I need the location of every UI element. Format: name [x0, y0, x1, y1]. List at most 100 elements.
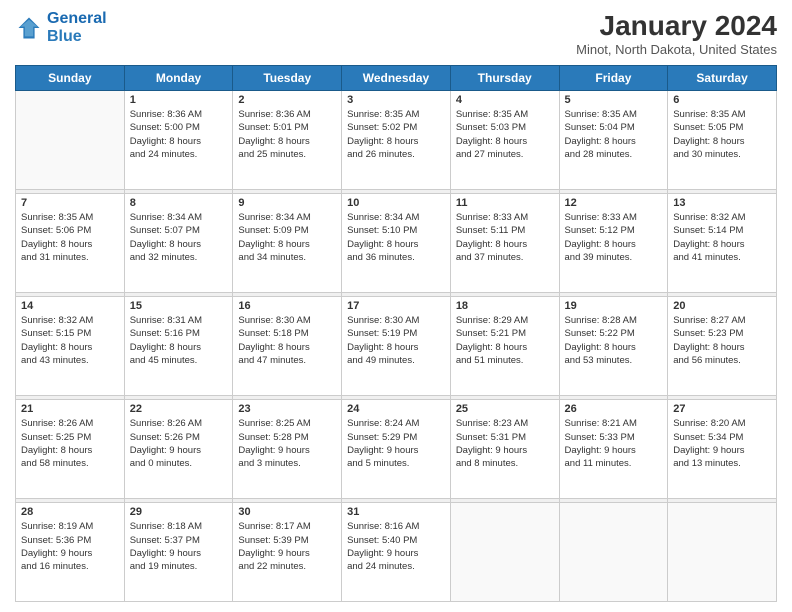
calendar-cell: 19 Sunrise: 8:28 AMSunset: 5:22 PMDayligh… — [559, 297, 668, 396]
day-number: 12 — [565, 197, 663, 209]
calendar-cell: 24 Sunrise: 8:24 AMSunset: 5:29 PMDayligh… — [342, 400, 451, 499]
day-info: Sunrise: 8:24 AMSunset: 5:29 PMDaylight:… — [347, 417, 445, 470]
calendar-cell: 20Sunrise: 8:27 AMSunset: 5:23 PMDayligh… — [668, 297, 777, 396]
day-info: Sunrise: 8:36 AMSunset: 5:01 PMDaylight:… — [238, 108, 336, 161]
calendar-cell: 10 Sunrise: 8:34 AMSunset: 5:10 PMDayligh… — [342, 194, 451, 293]
calendar-cell — [16, 91, 125, 190]
day-number: 15 — [130, 300, 228, 312]
location-subtitle: Minot, North Dakota, United States — [576, 42, 777, 57]
day-number: 22 — [130, 403, 228, 415]
week-row-2: 7 Sunrise: 8:35 AMSunset: 5:06 PMDaylight… — [16, 194, 777, 293]
calendar-cell: 31 Sunrise: 8:16 AMSunset: 5:40 PMDayligh… — [342, 503, 451, 602]
logo: General Blue — [15, 10, 107, 46]
header-tuesday: Tuesday — [233, 66, 342, 91]
day-number: 31 — [347, 506, 445, 518]
day-number: 5 — [565, 94, 663, 106]
day-number: 1 — [130, 94, 228, 106]
day-info: Sunrise: 8:35 AMSunset: 5:06 PMDaylight:… — [21, 211, 119, 264]
day-info: Sunrise: 8:34 AMSunset: 5:09 PMDaylight:… — [238, 211, 336, 264]
day-number: 6 — [673, 94, 771, 106]
calendar-cell: 23Sunrise: 8:25 AMSunset: 5:28 PMDayligh… — [233, 400, 342, 499]
calendar-cell — [668, 503, 777, 602]
week-row-3: 14 Sunrise: 8:32 AMSunset: 5:15 PMDayligh… — [16, 297, 777, 396]
calendar-cell: 8Sunrise: 8:34 AMSunset: 5:07 PMDaylight… — [124, 194, 233, 293]
day-number: 13 — [673, 197, 771, 209]
day-number: 17 — [347, 300, 445, 312]
day-number: 14 — [21, 300, 119, 312]
calendar-cell: 17 Sunrise: 8:30 AMSunset: 5:19 PMDayligh… — [342, 297, 451, 396]
day-number: 8 — [130, 197, 228, 209]
day-number: 10 — [347, 197, 445, 209]
header-thursday: Thursday — [450, 66, 559, 91]
calendar-cell: 7 Sunrise: 8:35 AMSunset: 5:06 PMDaylight… — [16, 194, 125, 293]
header: General Blue January 2024 Minot, North D… — [15, 10, 777, 57]
day-info: Sunrise: 8:20 AMSunset: 5:34 PMDaylight:… — [673, 417, 771, 470]
day-info: Sunrise: 8:35 AMSunset: 5:03 PMDaylight:… — [456, 108, 554, 161]
day-info: Sunrise: 8:28 AMSunset: 5:22 PMDaylight:… — [565, 314, 663, 367]
day-info: Sunrise: 8:26 AMSunset: 5:25 PMDaylight:… — [21, 417, 119, 470]
calendar-cell: 11 Sunrise: 8:33 AMSunset: 5:11 PMDayligh… — [450, 194, 559, 293]
day-info: Sunrise: 8:32 AMSunset: 5:14 PMDaylight:… — [673, 211, 771, 264]
day-number: 3 — [347, 94, 445, 106]
calendar-cell: 14 Sunrise: 8:32 AMSunset: 5:15 PMDayligh… — [16, 297, 125, 396]
calendar-cell: 16Sunrise: 8:30 AMSunset: 5:18 PMDayligh… — [233, 297, 342, 396]
calendar-cell: 3 Sunrise: 8:35 AMSunset: 5:02 PMDaylight… — [342, 91, 451, 190]
calendar-cell: 9 Sunrise: 8:34 AMSunset: 5:09 PMDaylight… — [233, 194, 342, 293]
day-number: 21 — [21, 403, 119, 415]
day-info: Sunrise: 8:35 AMSunset: 5:05 PMDaylight:… — [673, 108, 771, 161]
day-number: 27 — [673, 403, 771, 415]
day-number: 25 — [456, 403, 554, 415]
day-info: Sunrise: 8:25 AMSunset: 5:28 PMDaylight:… — [238, 417, 336, 470]
day-info: Sunrise: 8:21 AMSunset: 5:33 PMDaylight:… — [565, 417, 663, 470]
day-number: 24 — [347, 403, 445, 415]
calendar-cell: 5 Sunrise: 8:35 AMSunset: 5:04 PMDaylight… — [559, 91, 668, 190]
day-info: Sunrise: 8:35 AMSunset: 5:02 PMDaylight:… — [347, 108, 445, 161]
day-info: Sunrise: 8:34 AMSunset: 5:10 PMDaylight:… — [347, 211, 445, 264]
day-info: Sunrise: 8:36 AMSunset: 5:00 PMDaylight:… — [130, 108, 228, 161]
week-row-4: 21 Sunrise: 8:26 AMSunset: 5:25 PMDayligh… — [16, 400, 777, 499]
day-info: Sunrise: 8:30 AMSunset: 5:18 PMDaylight:… — [238, 314, 336, 367]
calendar-cell: 25Sunrise: 8:23 AMSunset: 5:31 PMDayligh… — [450, 400, 559, 499]
day-number: 7 — [21, 197, 119, 209]
calendar-cell: 29Sunrise: 8:18 AMSunset: 5:37 PMDayligh… — [124, 503, 233, 602]
header-monday: Monday — [124, 66, 233, 91]
logo-icon — [15, 14, 43, 42]
day-info: Sunrise: 8:33 AMSunset: 5:11 PMDaylight:… — [456, 211, 554, 264]
day-info: Sunrise: 8:16 AMSunset: 5:40 PMDaylight:… — [347, 520, 445, 573]
calendar-header-row: Sunday Monday Tuesday Wednesday Thursday… — [16, 66, 777, 91]
day-info: Sunrise: 8:19 AMSunset: 5:36 PMDaylight:… — [21, 520, 119, 573]
day-number: 4 — [456, 94, 554, 106]
day-info: Sunrise: 8:33 AMSunset: 5:12 PMDaylight:… — [565, 211, 663, 264]
page: General Blue January 2024 Minot, North D… — [0, 0, 792, 612]
day-number: 29 — [130, 506, 228, 518]
week-row-5: 28 Sunrise: 8:19 AMSunset: 5:36 PMDayligh… — [16, 503, 777, 602]
day-number: 20 — [673, 300, 771, 312]
title-section: January 2024 Minot, North Dakota, United… — [576, 10, 777, 57]
calendar-cell: 30Sunrise: 8:17 AMSunset: 5:39 PMDayligh… — [233, 503, 342, 602]
calendar-cell: 27 Sunrise: 8:20 AMSunset: 5:34 PMDayligh… — [668, 400, 777, 499]
day-info: Sunrise: 8:32 AMSunset: 5:15 PMDaylight:… — [21, 314, 119, 367]
day-number: 19 — [565, 300, 663, 312]
day-info: Sunrise: 8:30 AMSunset: 5:19 PMDaylight:… — [347, 314, 445, 367]
day-number: 11 — [456, 197, 554, 209]
day-info: Sunrise: 8:31 AMSunset: 5:16 PMDaylight:… — [130, 314, 228, 367]
calendar-cell: 28 Sunrise: 8:19 AMSunset: 5:36 PMDayligh… — [16, 503, 125, 602]
calendar-cell: 2 Sunrise: 8:36 AMSunset: 5:01 PMDaylight… — [233, 91, 342, 190]
day-number: 2 — [238, 94, 336, 106]
calendar-cell — [450, 503, 559, 602]
day-number: 9 — [238, 197, 336, 209]
day-info: Sunrise: 8:35 AMSunset: 5:04 PMDaylight:… — [565, 108, 663, 161]
week-row-1: 1 Sunrise: 8:36 AMSunset: 5:00 PMDaylight… — [16, 91, 777, 190]
header-sunday: Sunday — [16, 66, 125, 91]
calendar-cell — [559, 503, 668, 602]
header-wednesday: Wednesday — [342, 66, 451, 91]
day-number: 28 — [21, 506, 119, 518]
calendar: Sunday Monday Tuesday Wednesday Thursday… — [15, 65, 777, 602]
day-info: Sunrise: 8:17 AMSunset: 5:39 PMDaylight:… — [238, 520, 336, 573]
header-saturday: Saturday — [668, 66, 777, 91]
calendar-cell: 22Sunrise: 8:26 AMSunset: 5:26 PMDayligh… — [124, 400, 233, 499]
logo-text: General Blue — [47, 10, 107, 46]
calendar-cell: 18Sunrise: 8:29 AMSunset: 5:21 PMDayligh… — [450, 297, 559, 396]
calendar-cell: 12 Sunrise: 8:33 AMSunset: 5:12 PMDayligh… — [559, 194, 668, 293]
calendar-cell: 26Sunrise: 8:21 AMSunset: 5:33 PMDayligh… — [559, 400, 668, 499]
